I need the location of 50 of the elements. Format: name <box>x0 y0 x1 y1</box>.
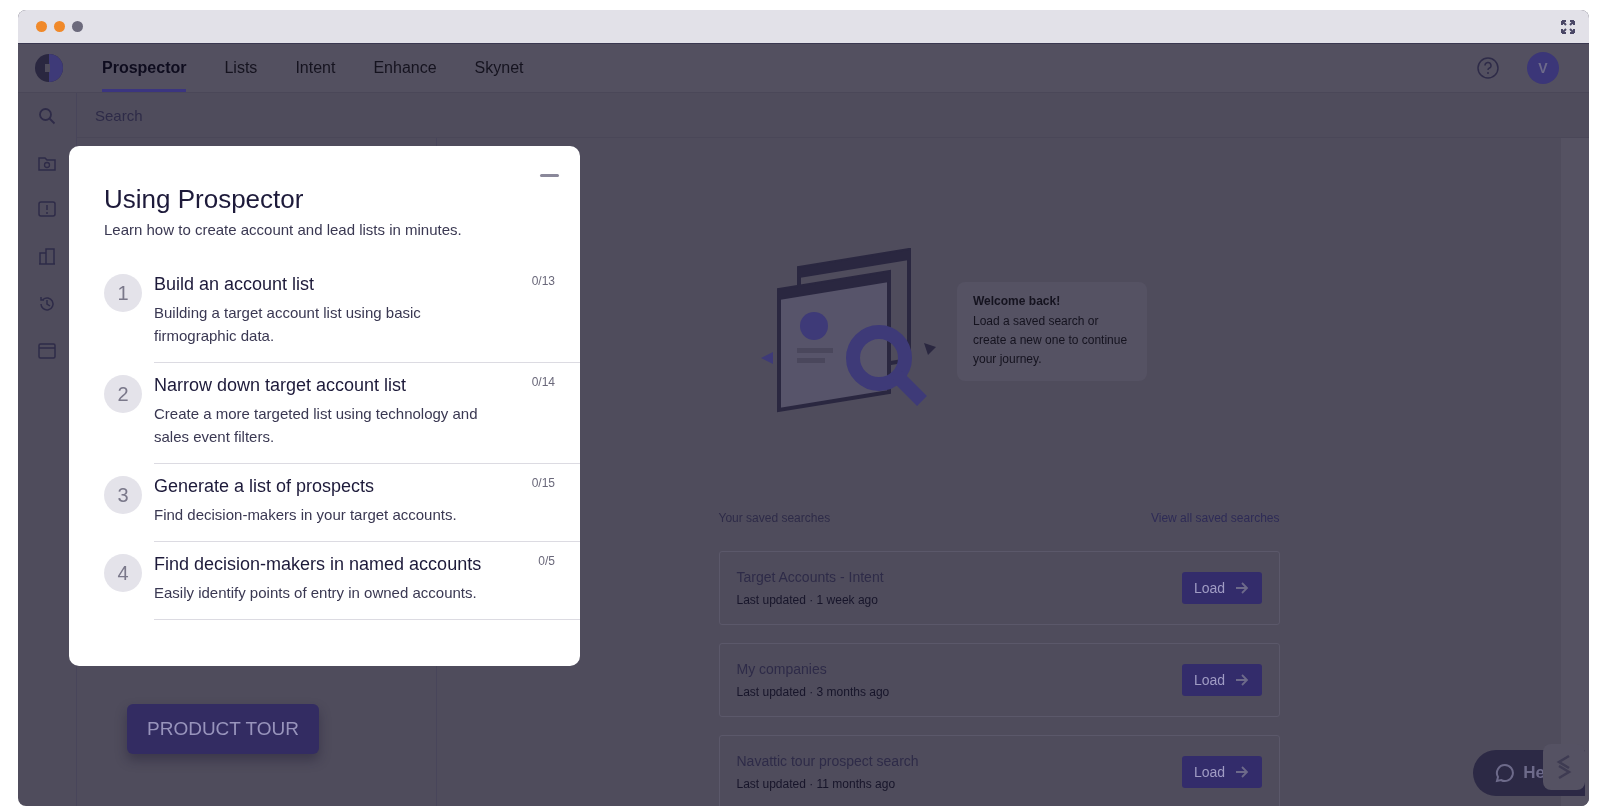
nav-tab[interactable]: Enhance <box>373 44 437 92</box>
step-title[interactable]: Find decision-makers in named accounts <box>154 554 504 575</box>
step-title[interactable]: Build an account list <box>154 274 504 295</box>
load-button[interactable]: Load <box>1181 664 1262 696</box>
load-button[interactable]: Load <box>1181 756 1262 788</box>
arrow-right-icon <box>1235 582 1250 594</box>
arrow-right-icon <box>1235 766 1250 778</box>
step-description: Easily identify points of entry in owned accounts. <box>154 583 478 603</box>
arrow-right-icon <box>1235 674 1250 686</box>
completed-count-text: 0/13 <box>531 274 555 288</box>
expand-icon[interactable] <box>1561 19 1575 34</box>
nav-tab[interactable]: Lists <box>224 44 258 92</box>
dialog-subtitle: Learn how to create account and lead lists in minutes. <box>104 221 463 238</box>
window-control-icon[interactable] <box>36 21 47 32</box>
help-icon[interactable] <box>1477 57 1499 79</box>
alert-icon[interactable] <box>38 201 56 217</box>
window-control-icon[interactable] <box>54 21 65 32</box>
dialog-title: Using Prospector <box>104 184 305 215</box>
nav-tab[interactable]: Prospector <box>102 44 187 92</box>
step-number: 1 <box>104 274 142 312</box>
history-icon[interactable] <box>38 295 56 313</box>
folder-search-icon[interactable] <box>38 155 56 171</box>
product-tour-button[interactable]: PRODUCT TOUR <box>127 704 320 754</box>
scrollbar-track[interactable] <box>1561 138 1589 806</box>
last-updated-text: Last updated · 3 months ago <box>736 685 890 699</box>
welcome-title: Welcome back! <box>973 294 1062 308</box>
completed-count-text: 0/14 <box>531 375 555 389</box>
step-description: Create a more targeted list using technology and sales event filters. <box>154 404 479 447</box>
step-title[interactable]: Narrow down target account list <box>154 375 504 396</box>
welcome-text: Load a saved search or create a new one to continue your journey. <box>973 313 1129 368</box>
nav-tab[interactable]: Skynet <box>474 44 524 92</box>
search-icon[interactable] <box>38 107 56 125</box>
completed-count-text: 0/15 <box>531 476 555 490</box>
last-updated-text: Last updated · 1 week ago <box>736 593 879 607</box>
step-description: Find decision-makers in your target accounts. <box>154 505 458 525</box>
minimize-button[interactable] <box>540 174 559 177</box>
window-control-icon[interactable] <box>72 21 83 32</box>
step-description: Building a target account list using basic firmographic data. <box>154 303 422 346</box>
completed-count-text: 0/5 <box>538 554 555 568</box>
step-number: 2 <box>104 375 142 413</box>
step-number: 4 <box>104 554 142 592</box>
building-icon[interactable] <box>38 247 56 265</box>
stacked-chevrons-icon <box>1555 754 1573 780</box>
logo-icon[interactable] <box>34 53 64 83</box>
nav-tab[interactable]: Intent <box>295 44 336 92</box>
window-icon[interactable] <box>38 343 56 359</box>
chat-bubble-icon <box>1495 763 1516 783</box>
step-number: 3 <box>104 476 142 514</box>
step-title[interactable]: Generate a list of prospects <box>154 476 504 497</box>
load-button[interactable]: Load <box>1181 572 1262 604</box>
